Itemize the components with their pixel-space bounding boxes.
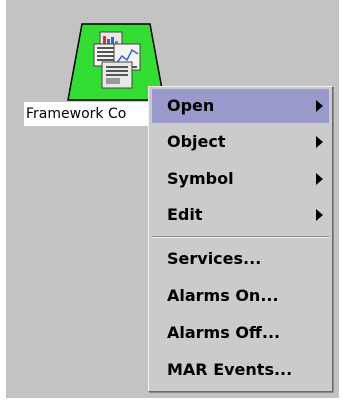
menu-item-label: MAR Events... — [167, 360, 293, 379]
submenu-arrow-icon — [316, 136, 323, 148]
menu-item-symbol[interactable]: Symbol — [152, 162, 329, 196]
menu-item-label: Alarms Off... — [167, 323, 281, 342]
menu-item-label: Symbol — [167, 169, 234, 188]
submenu-arrow-icon — [316, 100, 323, 112]
menu-item-alarms-on[interactable]: Alarms On... — [152, 279, 329, 313]
menu-item-open[interactable]: Open — [152, 89, 329, 123]
menu-item-edit[interactable]: Edit — [152, 198, 329, 232]
menu-item-label: Object — [167, 132, 226, 151]
menu-item-label: Edit — [167, 205, 203, 224]
menu-separator — [152, 236, 329, 238]
submenu-arrow-icon — [316, 173, 323, 185]
menu-item-object[interactable]: Object — [152, 125, 329, 159]
node-label[interactable]: Framework Co — [24, 102, 166, 126]
menu-item-alarms-off[interactable]: Alarms Off... — [152, 316, 329, 350]
menu-item-services[interactable]: Services... — [152, 242, 329, 276]
context-menu: Open Object Symbol Edit Services... Alar… — [148, 86, 333, 392]
menu-item-label: Open — [167, 96, 215, 115]
menu-item-label: Alarms On... — [167, 286, 279, 305]
menu-item-label: Services... — [167, 249, 262, 268]
menu-item-mar-events[interactable]: MAR Events... — [152, 353, 329, 387]
submenu-arrow-icon — [316, 209, 323, 221]
